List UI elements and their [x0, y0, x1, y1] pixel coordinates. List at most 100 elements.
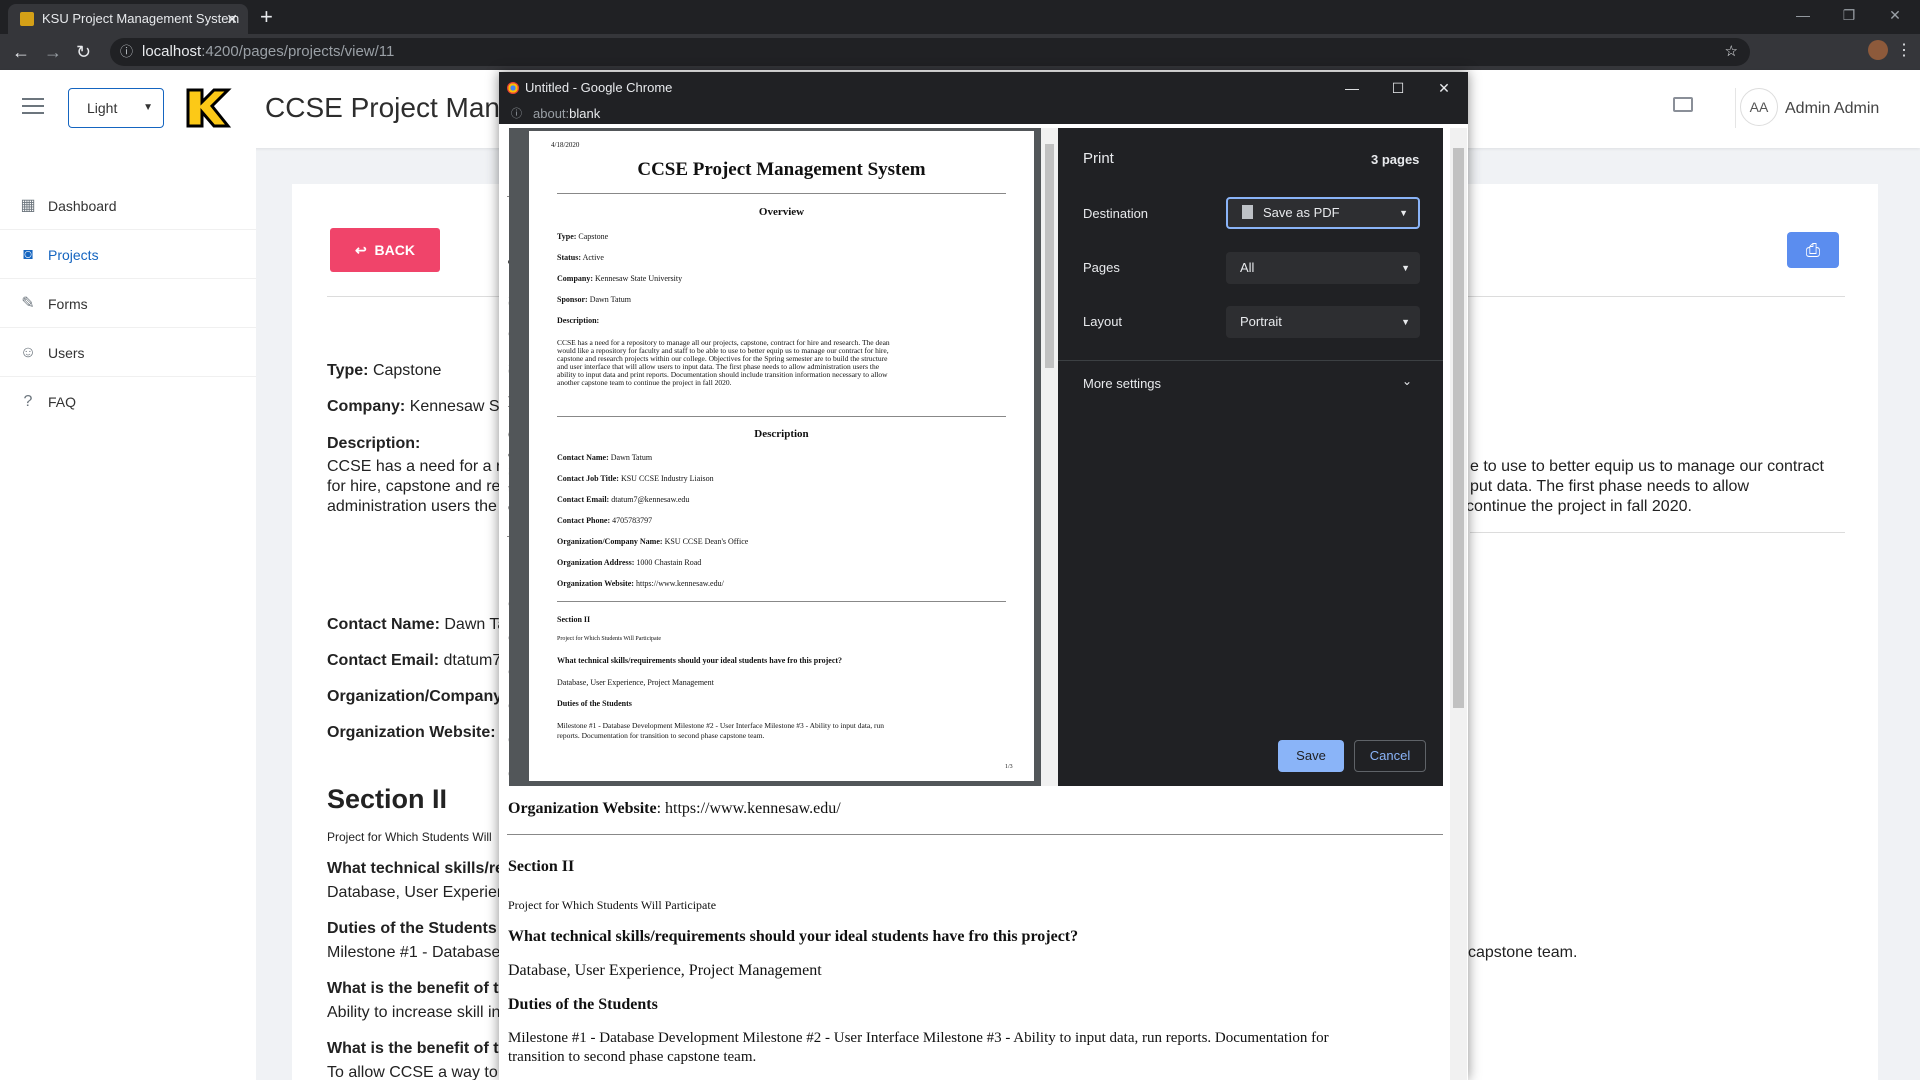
preview-description-label: Description:: [557, 316, 600, 325]
preview-answer-skills: Database, User Experience, Project Manag…: [557, 678, 714, 687]
duties-label: Duties of the Students: [508, 996, 658, 1013]
browser-tab[interactable]: KSU Project Management System ✕: [8, 4, 248, 34]
pencil-icon: ✎: [21, 295, 35, 312]
new-tab-icon[interactable]: +: [260, 4, 273, 30]
description-line: put data. The first phase needs to allow: [1470, 478, 1749, 495]
section-subtitle: Project for Which Students Will Particip…: [508, 898, 717, 912]
company-field: Company: Kennesaw Sta: [327, 398, 513, 416]
duties-value: transition to second phase capstone team…: [508, 1049, 757, 1065]
label: Company:: [557, 274, 594, 283]
minimize-icon[interactable]: —: [1780, 0, 1826, 30]
close-icon[interactable]: ✕: [1421, 72, 1467, 104]
cancel-button[interactable]: Cancel: [1354, 740, 1426, 772]
benefit-question-text: What is the benefit of t: [327, 1040, 499, 1057]
contact-email-value: dtatum7: [443, 652, 502, 669]
preview-type: Type: Capstone: [557, 232, 608, 241]
value: Capstone: [576, 232, 609, 241]
dropdown-arrow-icon: ▼: [1399, 208, 1408, 218]
divider: [507, 834, 1443, 835]
grid-icon: ▦: [20, 197, 36, 214]
label: Contact Name:: [557, 453, 609, 462]
url-input[interactable]: ⓘ localhost:4200/pages/projects/view/11 …: [110, 38, 1750, 66]
value: dtatum7@kennesaw.edu: [609, 495, 690, 504]
restore-icon[interactable]: ❐: [1826, 0, 1872, 30]
preview-org-name: Organization/Company Name: KSU CCSE Dean…: [557, 537, 748, 546]
maximize-icon[interactable]: ☐: [1375, 72, 1421, 104]
bookmark-star-icon[interactable]: ☆: [1725, 38, 1738, 66]
description-line: for hire, capstone and re: [327, 478, 501, 495]
pages-select[interactable]: All ▼: [1226, 252, 1420, 284]
document-icon: [1242, 205, 1253, 219]
destination-select[interactable]: Save as PDF ▼: [1226, 197, 1420, 229]
duties-value-right: capstone team.: [1468, 944, 1578, 961]
sidebar-item-label: Dashboard: [48, 198, 117, 214]
print-button[interactable]: ⎙: [1787, 232, 1839, 268]
preview-scrollbar[interactable]: [1041, 128, 1058, 786]
value: KSU CCSE Industry Liaison: [618, 474, 714, 483]
layout-select[interactable]: Portrait ▼: [1226, 306, 1420, 338]
mail-icon[interactable]: [1673, 97, 1693, 112]
type-field: Type: Capstone: [327, 362, 441, 380]
benefit-answer: Ability to increase skill in: [327, 1004, 501, 1021]
dropdown-arrow-icon: ▼: [1401, 263, 1410, 273]
duties-value: Milestone #1 - Database Development Mile…: [508, 1030, 1329, 1046]
address-bar: ← → ↻ ⓘ localhost:4200/pages/projects/vi…: [0, 34, 1920, 70]
value: https://www.kennesaw.edu/: [633, 579, 724, 588]
sidebar: ▦ Dashboard ◙ Projects ✎ Forms ☺ Users ?…: [0, 148, 256, 1080]
layout-label: Layout: [1083, 314, 1123, 329]
preview-page: 4/18/2020 CCSE Project Management System…: [529, 131, 1034, 781]
preview-title: CCSE Project Management System: [637, 159, 926, 180]
back-label: BACK: [374, 242, 415, 258]
url-host: localhost: [142, 43, 202, 60]
info-icon: ⓘ: [511, 108, 522, 120]
more-settings-toggle[interactable]: More settings: [1083, 376, 1161, 391]
tab-close-icon[interactable]: ✕: [226, 4, 238, 34]
users-icon: ☺: [19, 344, 37, 361]
theme-select[interactable]: Light ▼: [68, 88, 164, 128]
hamburger-menu-icon[interactable]: [22, 98, 44, 114]
description-line: CCSE has a need for a re: [327, 458, 511, 475]
back-button[interactable]: ↩ BACK: [330, 228, 440, 272]
ksu-favicon-icon: [20, 12, 34, 26]
sidebar-item-users[interactable]: ☺ Users: [0, 329, 256, 377]
benefit-answer: To allow CCSE a way to tr: [327, 1064, 512, 1080]
chevron-down-icon[interactable]: ⌄: [1402, 374, 1412, 388]
section-subtitle: Project for Which Students Will: [327, 830, 492, 844]
preview-contact-title: Contact Job Title: KSU CCSE Industry Lia…: [557, 474, 714, 483]
label: Organization Address:: [557, 558, 635, 567]
layout-value: Portrait: [1240, 314, 1282, 329]
sidebar-item-dashboard[interactable]: ▦ Dashboard: [0, 182, 256, 230]
label: Sponsor:: [557, 295, 588, 304]
print-settings-panel: Print 3 pages Destination Save as PDF ▼ …: [1058, 128, 1443, 786]
menu-kebab-icon[interactable]: ⋮: [1896, 40, 1912, 60]
scrollbar-thumb[interactable]: [1453, 148, 1464, 708]
section-title: Section II: [327, 784, 448, 814]
label: Contact Email:: [557, 495, 610, 504]
user-name[interactable]: Admin Admin: [1785, 100, 1879, 118]
back-arrow-icon[interactable]: ←: [12, 40, 30, 64]
value: Dawn Tatum: [587, 295, 631, 304]
preview-contact-email: Contact Email: dtatum7@kennesaw.edu: [557, 495, 689, 504]
preview-desc-line: another capstone team to continue the pr…: [557, 378, 732, 387]
contact-name-label: Contact Name:: [327, 616, 440, 633]
sidebar-item-projects[interactable]: ◙ Projects: [0, 231, 256, 279]
preview-duties-label: Duties of the Students: [557, 699, 632, 708]
minimize-icon[interactable]: —: [1329, 72, 1375, 104]
value: Active: [581, 253, 604, 262]
preview-sponsor: Sponsor: Dawn Tatum: [557, 295, 631, 304]
sidebar-item-forms[interactable]: ✎ Forms: [0, 280, 256, 328]
profile-avatar-icon[interactable]: [1868, 40, 1888, 60]
section-title: Section II: [508, 858, 575, 875]
close-window-icon[interactable]: ✕: [1872, 0, 1918, 30]
reload-icon[interactable]: ↻: [76, 40, 91, 64]
save-button[interactable]: Save: [1278, 740, 1344, 772]
org-website-value: : https://www.kennesaw.edu/: [656, 800, 841, 817]
avatar[interactable]: AA: [1740, 88, 1778, 126]
popup-scrollbar[interactable]: [1450, 128, 1467, 1080]
forward-arrow-icon[interactable]: →: [44, 40, 62, 64]
pages-value: All: [1240, 260, 1255, 275]
scrollbar-thumb[interactable]: [1045, 144, 1054, 368]
sidebar-item-faq[interactable]: ? FAQ: [0, 378, 256, 426]
divider: [557, 601, 1006, 602]
question-skills: What technical skills/re: [327, 860, 504, 878]
